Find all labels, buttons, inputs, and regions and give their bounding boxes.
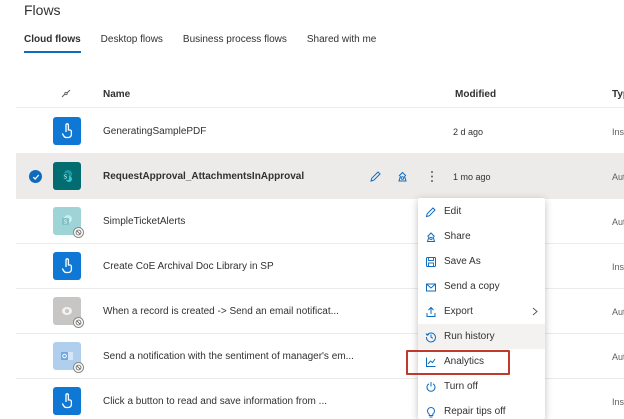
pencil-icon[interactable] bbox=[367, 168, 383, 184]
svg-text:S: S bbox=[64, 175, 67, 181]
touch-icon bbox=[53, 117, 81, 145]
flow-type: Aut bbox=[612, 307, 624, 317]
touch-icon bbox=[53, 252, 81, 280]
flow-name[interactable]: Click a button to read and save informat… bbox=[103, 396, 327, 407]
disabled-icon bbox=[73, 227, 84, 238]
flow-type-icon bbox=[60, 88, 72, 100]
menu-item-save-as[interactable]: Save As bbox=[418, 249, 545, 274]
menu-item-edit[interactable]: Edit bbox=[418, 199, 545, 224]
flow-type: Aut bbox=[612, 217, 624, 227]
share-icon[interactable] bbox=[394, 168, 410, 184]
outlook-icon bbox=[53, 342, 84, 373]
analytics-icon bbox=[424, 355, 438, 369]
pencil-icon bbox=[424, 205, 438, 219]
flow-type: Inst bbox=[612, 127, 624, 137]
menu-item-export[interactable]: Export bbox=[418, 299, 545, 324]
sharepoint-icon: S bbox=[53, 162, 81, 190]
flow-modified: 2 d ago bbox=[453, 127, 484, 137]
power-icon bbox=[424, 380, 438, 394]
history-icon bbox=[424, 330, 438, 344]
dataverse-icon bbox=[53, 297, 84, 328]
flow-type: Inst bbox=[612, 397, 624, 407]
share-icon bbox=[424, 230, 438, 244]
lightbulb-icon bbox=[424, 405, 438, 419]
checkmark-icon[interactable] bbox=[29, 170, 42, 183]
sharepoint-icon: S bbox=[53, 207, 84, 238]
svg-text:S: S bbox=[64, 220, 67, 226]
menu-item-share[interactable]: Share bbox=[418, 224, 545, 249]
flow-name[interactable]: RequestApproval_AttachmentsInApproval bbox=[103, 171, 304, 182]
table-row[interactable]: GeneratingSamplePDF 2 d ago Inst bbox=[16, 109, 624, 154]
tab-shared-with-me[interactable]: Shared with me bbox=[307, 34, 376, 56]
flow-modified: 1 mo ago bbox=[453, 172, 491, 182]
column-header-type[interactable]: Typ bbox=[612, 89, 624, 100]
flow-name[interactable]: SimpleTicketAlerts bbox=[103, 216, 185, 227]
export-icon bbox=[424, 305, 438, 319]
more-options-icon[interactable] bbox=[424, 168, 440, 184]
table-header: Name Modified Typ bbox=[16, 80, 624, 108]
page-title: Flows bbox=[24, 2, 61, 18]
tab-business-process-flows[interactable]: Business process flows bbox=[183, 34, 287, 56]
chevron-right-icon bbox=[532, 307, 538, 319]
tab-desktop-flows[interactable]: Desktop flows bbox=[101, 34, 163, 56]
menu-item-run-history[interactable]: Run history bbox=[418, 324, 545, 349]
menu-item-send-a-copy[interactable]: Send a copy bbox=[418, 274, 545, 299]
flow-type: Inst bbox=[612, 262, 624, 272]
disabled-icon bbox=[73, 317, 84, 328]
context-menu: Edit Share Save As Send a copy Export Ru… bbox=[418, 198, 545, 419]
flow-name[interactable]: Create CoE Archival Doc Library in SP bbox=[103, 261, 274, 272]
table-row-selected[interactable]: S RequestApproval_AttachmentsInApproval … bbox=[16, 154, 624, 199]
menu-item-repair-tips-off[interactable]: Repair tips off bbox=[418, 399, 545, 419]
flow-type: Aut bbox=[612, 172, 624, 182]
menu-item-turn-off[interactable]: Turn off bbox=[418, 374, 545, 399]
send-icon bbox=[424, 280, 438, 294]
flow-type: Aut bbox=[612, 352, 624, 362]
flow-name[interactable]: Send a notification with the sentiment o… bbox=[103, 351, 354, 362]
column-header-name[interactable]: Name bbox=[103, 89, 130, 100]
flow-name[interactable]: GeneratingSamplePDF bbox=[103, 126, 206, 137]
tab-bar: Cloud flows Desktop flows Business proce… bbox=[24, 34, 396, 56]
save-icon bbox=[424, 255, 438, 269]
touch-icon bbox=[53, 387, 81, 415]
disabled-icon bbox=[73, 362, 84, 373]
tab-cloud-flows[interactable]: Cloud flows bbox=[24, 34, 81, 56]
flow-name[interactable]: When a record is created -> Send an emai… bbox=[103, 306, 339, 317]
column-header-modified[interactable]: Modified bbox=[455, 89, 496, 100]
menu-item-analytics[interactable]: Analytics bbox=[418, 349, 545, 374]
